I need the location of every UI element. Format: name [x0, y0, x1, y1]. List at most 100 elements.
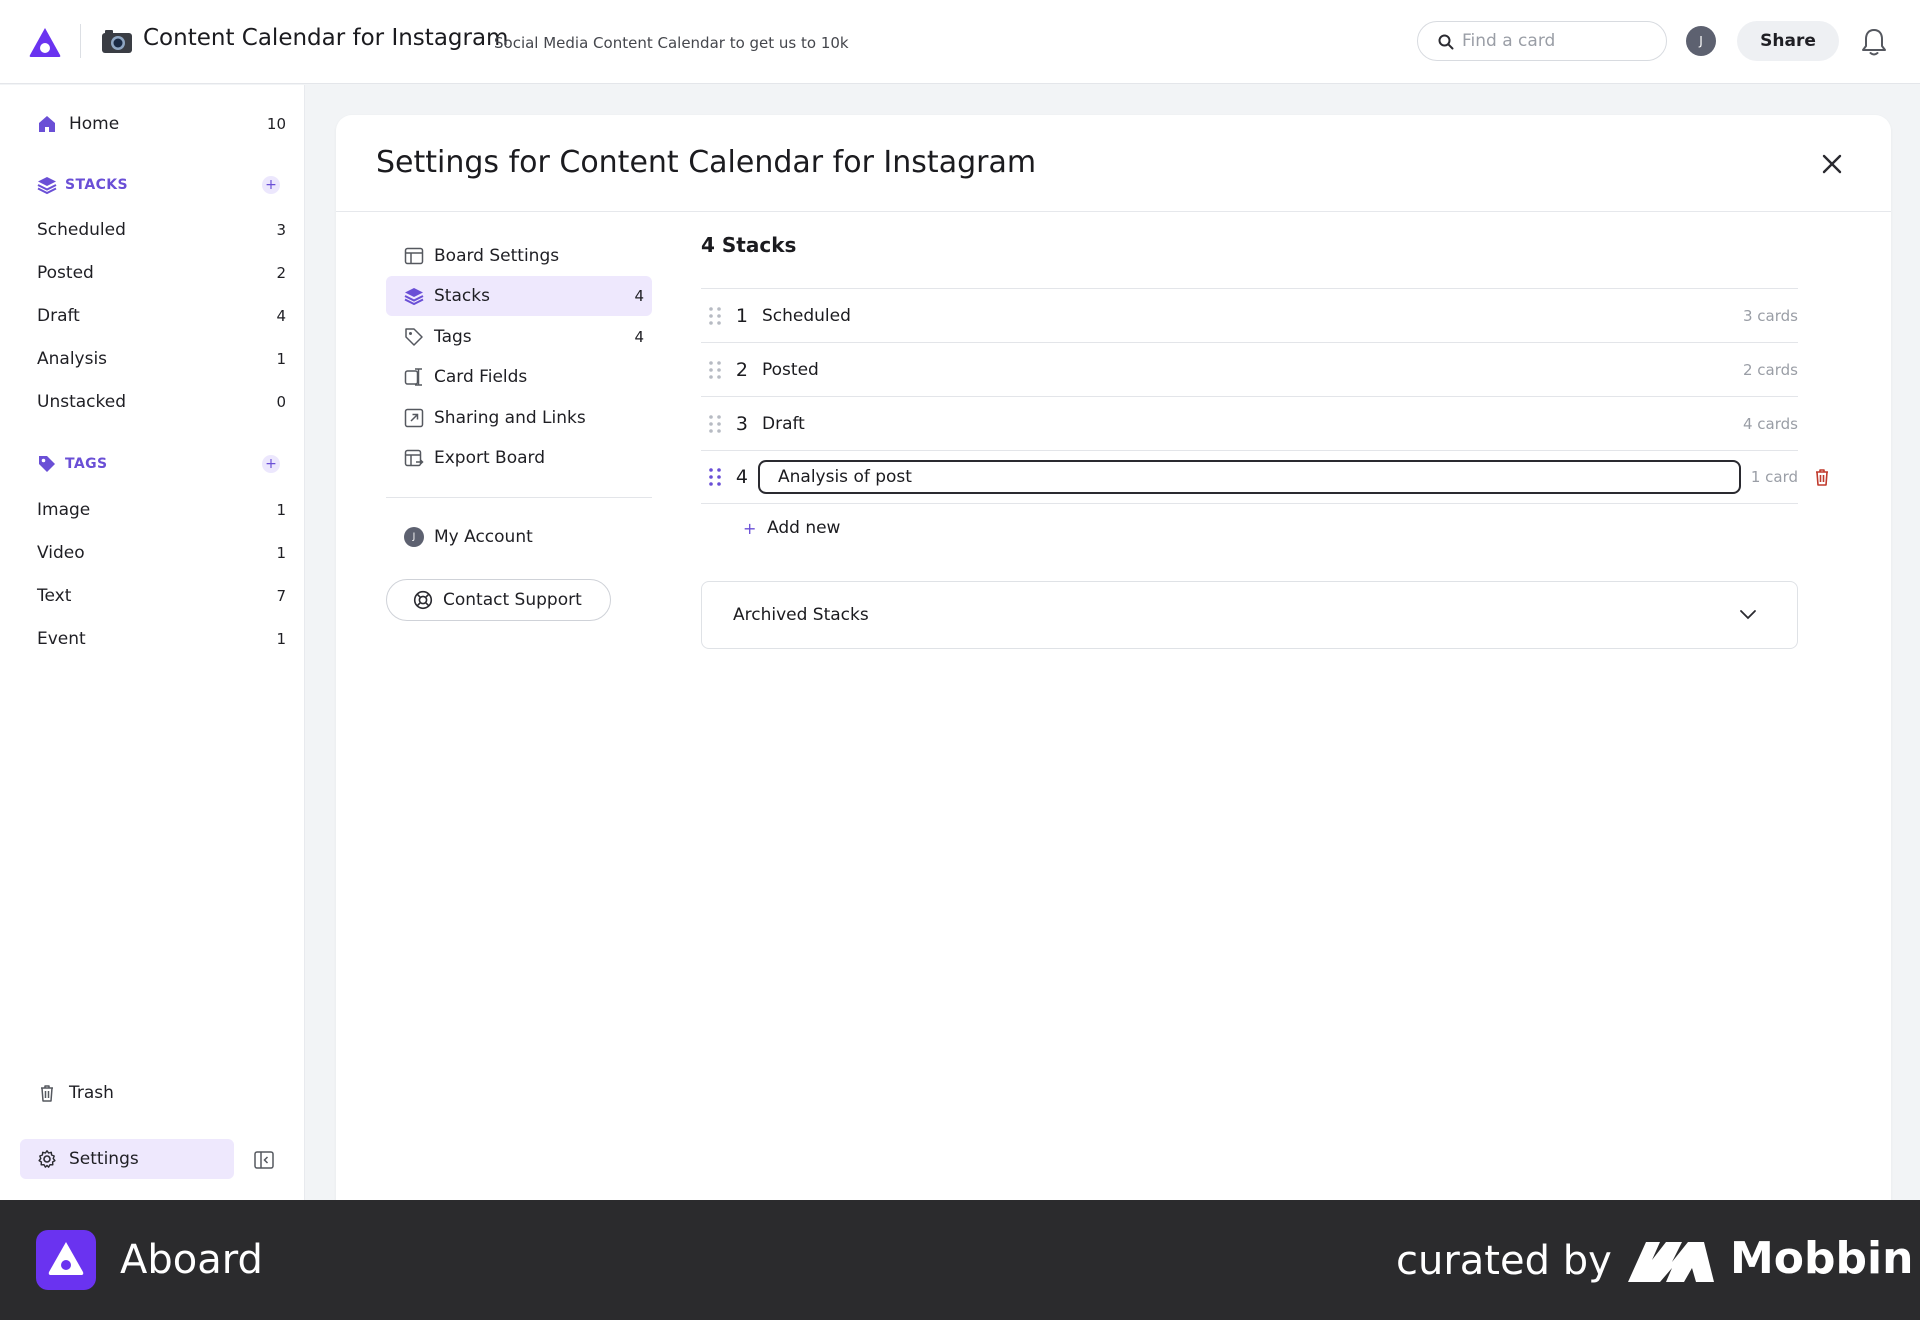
settings-nav-sharing-links[interactable]: Sharing and Links	[386, 398, 652, 438]
settings-nav-tags[interactable]: Tags 4	[386, 317, 652, 357]
home-icon	[39, 116, 55, 132]
drag-handle-icon[interactable]	[708, 466, 722, 488]
delete-stack-icon[interactable]	[1812, 467, 1832, 487]
sidebar-item-home[interactable]: Home 10	[20, 104, 286, 144]
nav-label: Export Board	[434, 448, 546, 468]
sidebar-item-label: Draft	[37, 306, 80, 326]
sidebar-item-count: 1	[276, 501, 286, 519]
settings-nav-card-fields[interactable]: Card Fields	[386, 357, 652, 397]
sidebar-item-label: Home	[69, 114, 120, 134]
share-link-icon	[404, 408, 424, 428]
settings-nav-export-board[interactable]: Export Board	[386, 438, 652, 478]
stacks-icon	[404, 288, 424, 306]
sidebar-item-label: Settings	[69, 1149, 139, 1169]
sidebar-item-count: 7	[276, 587, 286, 605]
sidebar-item-settings[interactable]: Settings	[20, 1139, 234, 1179]
footer-app-name: Aboard	[120, 1237, 263, 1283]
search-box[interactable]	[1417, 21, 1667, 61]
stack-name-input[interactable]	[758, 460, 1741, 494]
nav-label: Tags	[434, 327, 472, 347]
plus-icon: +	[743, 518, 757, 538]
sidebar-item-image[interactable]: Image 1	[20, 490, 286, 530]
stack-name[interactable]: Scheduled	[758, 306, 1743, 326]
sidebar-item-video[interactable]: Video 1	[20, 533, 286, 573]
settings-modal: Settings for Content Calendar for Instag…	[336, 115, 1891, 1200]
sidebar-item-draft[interactable]: Draft 4	[20, 296, 286, 336]
stack-card-count: 2 cards	[1743, 360, 1798, 379]
stack-name[interactable]: Posted	[758, 360, 1743, 380]
drag-handle-icon[interactable]	[708, 413, 722, 435]
trash-icon	[41, 1085, 53, 1102]
share-button[interactable]: Share	[1737, 21, 1839, 61]
drag-handle-icon[interactable]	[708, 359, 722, 381]
sidebar-item-count: 1	[276, 350, 286, 368]
nav-label: Stacks	[434, 286, 490, 306]
gear-icon	[38, 1150, 56, 1168]
export-icon	[404, 449, 424, 467]
sidebar-item-label: Trash	[69, 1083, 114, 1103]
section-label: STACKS	[65, 177, 128, 193]
aboard-app-icon	[36, 1230, 96, 1290]
sidebar-item-label: Text	[37, 586, 72, 606]
stack-name[interactable]: Draft	[758, 414, 1743, 434]
stack-row-editing[interactable]: 4 1 card	[701, 450, 1828, 504]
sidebar-item-posted[interactable]: Posted 2	[20, 253, 286, 293]
settings-nav-divider	[386, 497, 652, 498]
stacks-section-heading[interactable]: STACKS	[37, 174, 128, 196]
settings-nav-board-settings[interactable]: Board Settings	[386, 236, 652, 276]
chevron-down-icon	[1740, 610, 1756, 620]
settings-nav-my-account[interactable]: J My Account	[386, 517, 652, 557]
search-icon	[1438, 34, 1454, 50]
settings-nav-stacks[interactable]: Stacks 4	[386, 276, 652, 316]
add-new-stack-button[interactable]: + Add new	[701, 518, 840, 538]
drag-handle-icon[interactable]	[708, 305, 722, 327]
sidebar-item-unstacked[interactable]: Unstacked 0	[20, 382, 286, 422]
footer-curated-text: curated by	[1396, 1238, 1612, 1284]
camera-icon	[102, 30, 132, 53]
nav-label: Board Settings	[434, 246, 560, 266]
sidebar-item-label: Event	[37, 629, 86, 649]
stack-number: 4	[735, 466, 748, 488]
tag-icon	[39, 456, 55, 472]
stack-row[interactable]: 3 Draft 4 cards	[701, 396, 1798, 450]
aboard-logo-icon[interactable]	[28, 26, 62, 58]
sidebar-item-label: Image	[37, 500, 91, 520]
footer-mobbin-name: Mobbin	[1730, 1233, 1914, 1284]
sidebar-item-event[interactable]: Event 1	[20, 619, 286, 659]
stack-row[interactable]: 2 Posted 2 cards	[701, 342, 1798, 396]
collapse-sidebar-icon[interactable]	[254, 1151, 274, 1169]
stack-card-count: 4 cards	[1743, 414, 1798, 433]
nav-count: 4	[634, 287, 644, 305]
stack-number: 1	[735, 304, 748, 327]
sidebar-item-label: Video	[37, 543, 85, 563]
contact-support-button[interactable]: Contact Support	[386, 579, 611, 621]
sidebar-item-count: 4	[276, 307, 286, 325]
stack-row[interactable]: 1 Scheduled 3 cards	[701, 288, 1798, 342]
tag-icon	[405, 328, 423, 346]
accordion-label: Archived Stacks	[733, 605, 869, 625]
add-stack-button[interactable]: +	[262, 176, 280, 194]
notifications-bell-icon[interactable]	[1860, 27, 1888, 57]
add-tag-button[interactable]: +	[262, 455, 280, 473]
lifebuoy-icon	[413, 590, 433, 610]
archived-stacks-accordion[interactable]: Archived Stacks	[701, 581, 1798, 649]
sidebar-item-analysis[interactable]: Analysis 1	[20, 339, 286, 379]
sidebar: Home 10 STACKS + Scheduled 3 Posted 2 Dr…	[0, 85, 305, 1200]
header-divider	[80, 24, 81, 58]
sidebar-item-label: Unstacked	[37, 392, 126, 412]
card-fields-icon	[404, 368, 422, 386]
board-title[interactable]: Content Calendar for Instagram	[143, 25, 508, 51]
nav-label: Sharing and Links	[434, 408, 586, 428]
close-icon[interactable]	[1816, 148, 1848, 180]
sidebar-item-trash[interactable]: Trash	[20, 1073, 286, 1113]
sidebar-item-count: 0	[276, 393, 286, 411]
tags-section-heading[interactable]: TAGS	[37, 453, 107, 475]
sidebar-item-count: 2	[276, 264, 286, 282]
sidebar-item-scheduled[interactable]: Scheduled 3	[20, 210, 286, 250]
sidebar-item-count: 1	[276, 630, 286, 648]
sidebar-item-text[interactable]: Text 7	[20, 576, 286, 616]
sidebar-item-label: Posted	[37, 263, 94, 283]
user-avatar[interactable]: J	[1686, 26, 1716, 56]
section-label: TAGS	[65, 456, 108, 472]
search-input[interactable]	[1462, 29, 1652, 53]
